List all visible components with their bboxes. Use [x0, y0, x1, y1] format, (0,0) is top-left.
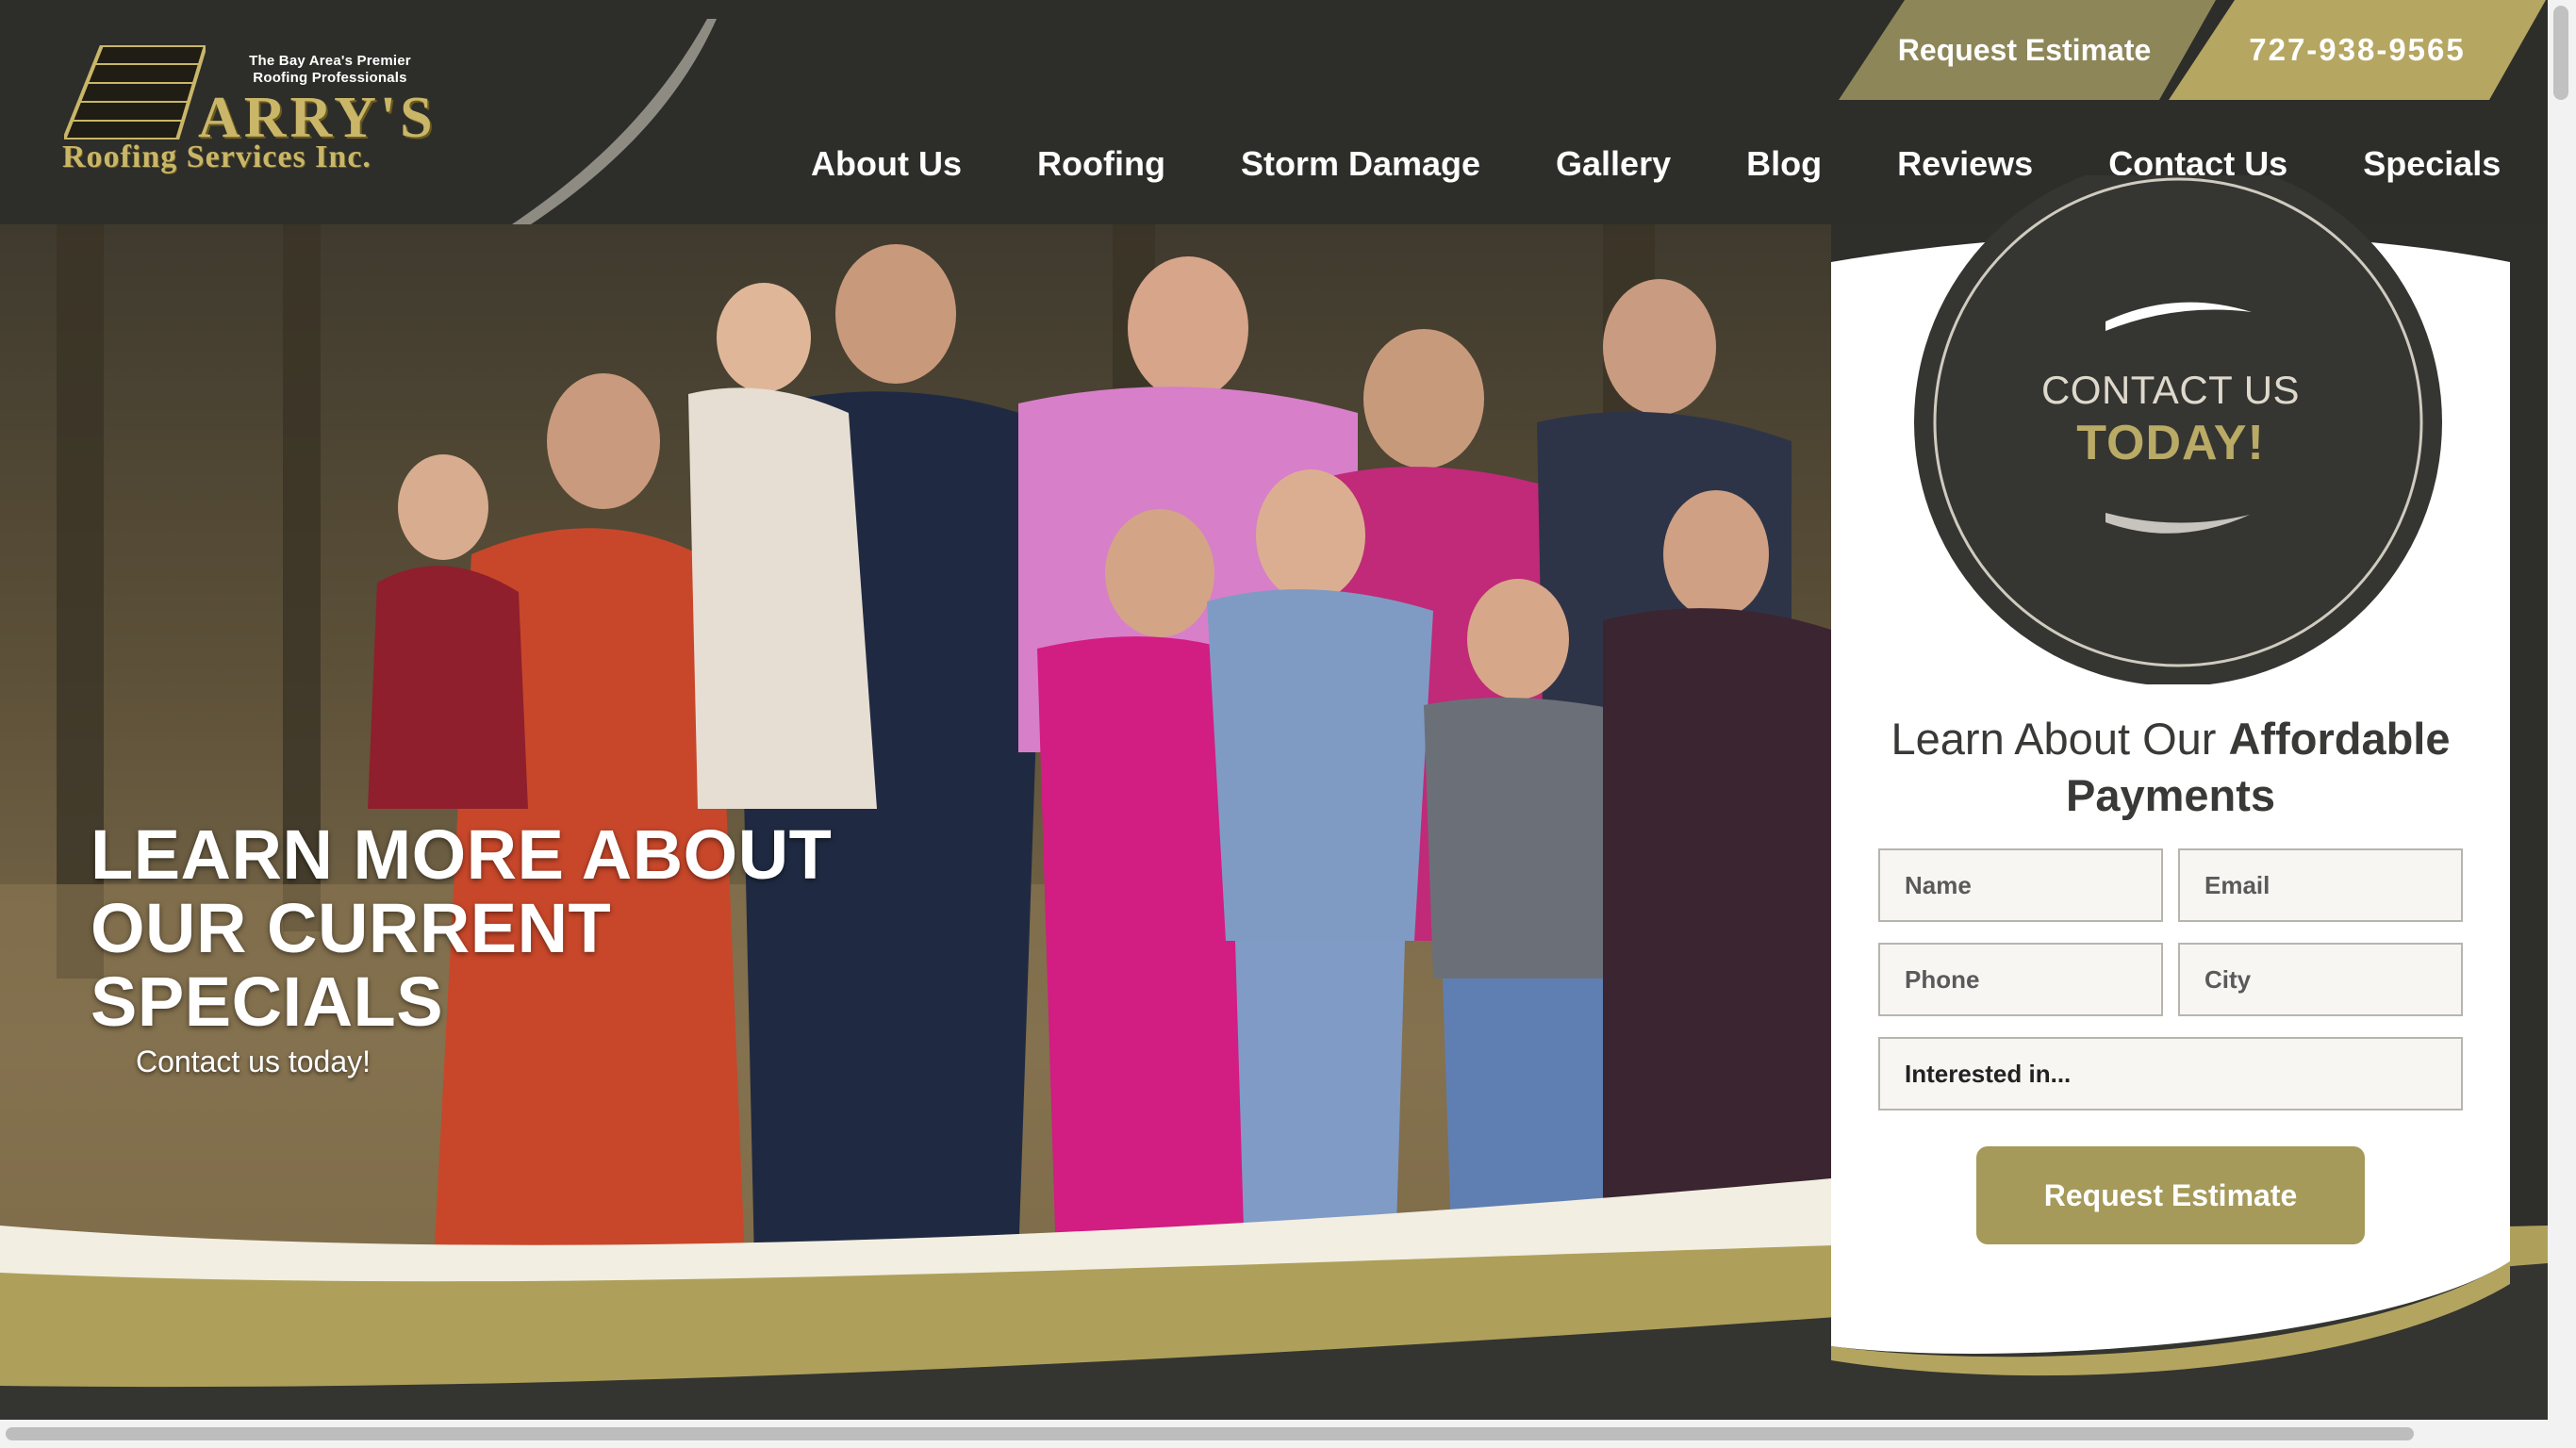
phone-input[interactable]: Phone — [1878, 943, 2163, 1016]
nav-storm-damage[interactable]: Storm Damage — [1203, 138, 1518, 190]
logo-company-name: Roofing Services Inc. — [62, 140, 372, 174]
horizontal-scrollbar-thumb[interactable] — [6, 1427, 2414, 1440]
hero-section — [0, 224, 1831, 1318]
form-heading-plain: Learn About Our — [1891, 714, 2229, 764]
nav-blog[interactable]: Blog — [1709, 138, 1859, 190]
nav-about-us[interactable]: About Us — [773, 138, 999, 190]
logo-tagline-line1: The Bay Area's Premier — [249, 53, 411, 69]
family-photo — [0, 224, 1831, 1318]
vertical-scrollbar-track[interactable] — [2548, 0, 2576, 1448]
form-request-estimate-button[interactable]: Request Estimate — [1976, 1146, 2365, 1244]
hero-subtext: Contact us today! — [136, 1045, 372, 1078]
city-input[interactable]: City — [2178, 943, 2463, 1016]
logo-tagline-line2: Roofing Professionals — [253, 70, 407, 86]
roof-shingle-icon — [64, 45, 206, 140]
name-input[interactable]: Name — [1878, 848, 2163, 922]
form-heading: Learn About Our Affordable Payments — [1878, 711, 2463, 824]
vertical-scrollbar-thumb[interactable] — [2553, 6, 2568, 100]
nav-roofing[interactable]: Roofing — [999, 138, 1203, 190]
badge-today-text: TODAY! — [2076, 416, 2265, 470]
email-input[interactable]: Email — [2178, 848, 2463, 922]
logo[interactable]: The Bay Area's Premier Roofing Professio… — [57, 41, 434, 183]
header-swoosh-decoration — [509, 19, 717, 226]
hero-headline: LEARN MORE ABOUT OUR CURRENT SPECIALS — [91, 815, 833, 1041]
interested-in-select[interactable]: Interested in... — [1878, 1037, 2463, 1111]
header-phone-button[interactable]: 727-938-9565 — [2169, 0, 2546, 100]
header-request-estimate-button[interactable]: Request Estimate — [1839, 0, 2216, 100]
nav-gallery[interactable]: Gallery — [1518, 138, 1709, 190]
logo-wordmark: ARRY'S — [198, 86, 437, 150]
badge-contact-us-text: CONTACT US — [2040, 368, 2301, 412]
